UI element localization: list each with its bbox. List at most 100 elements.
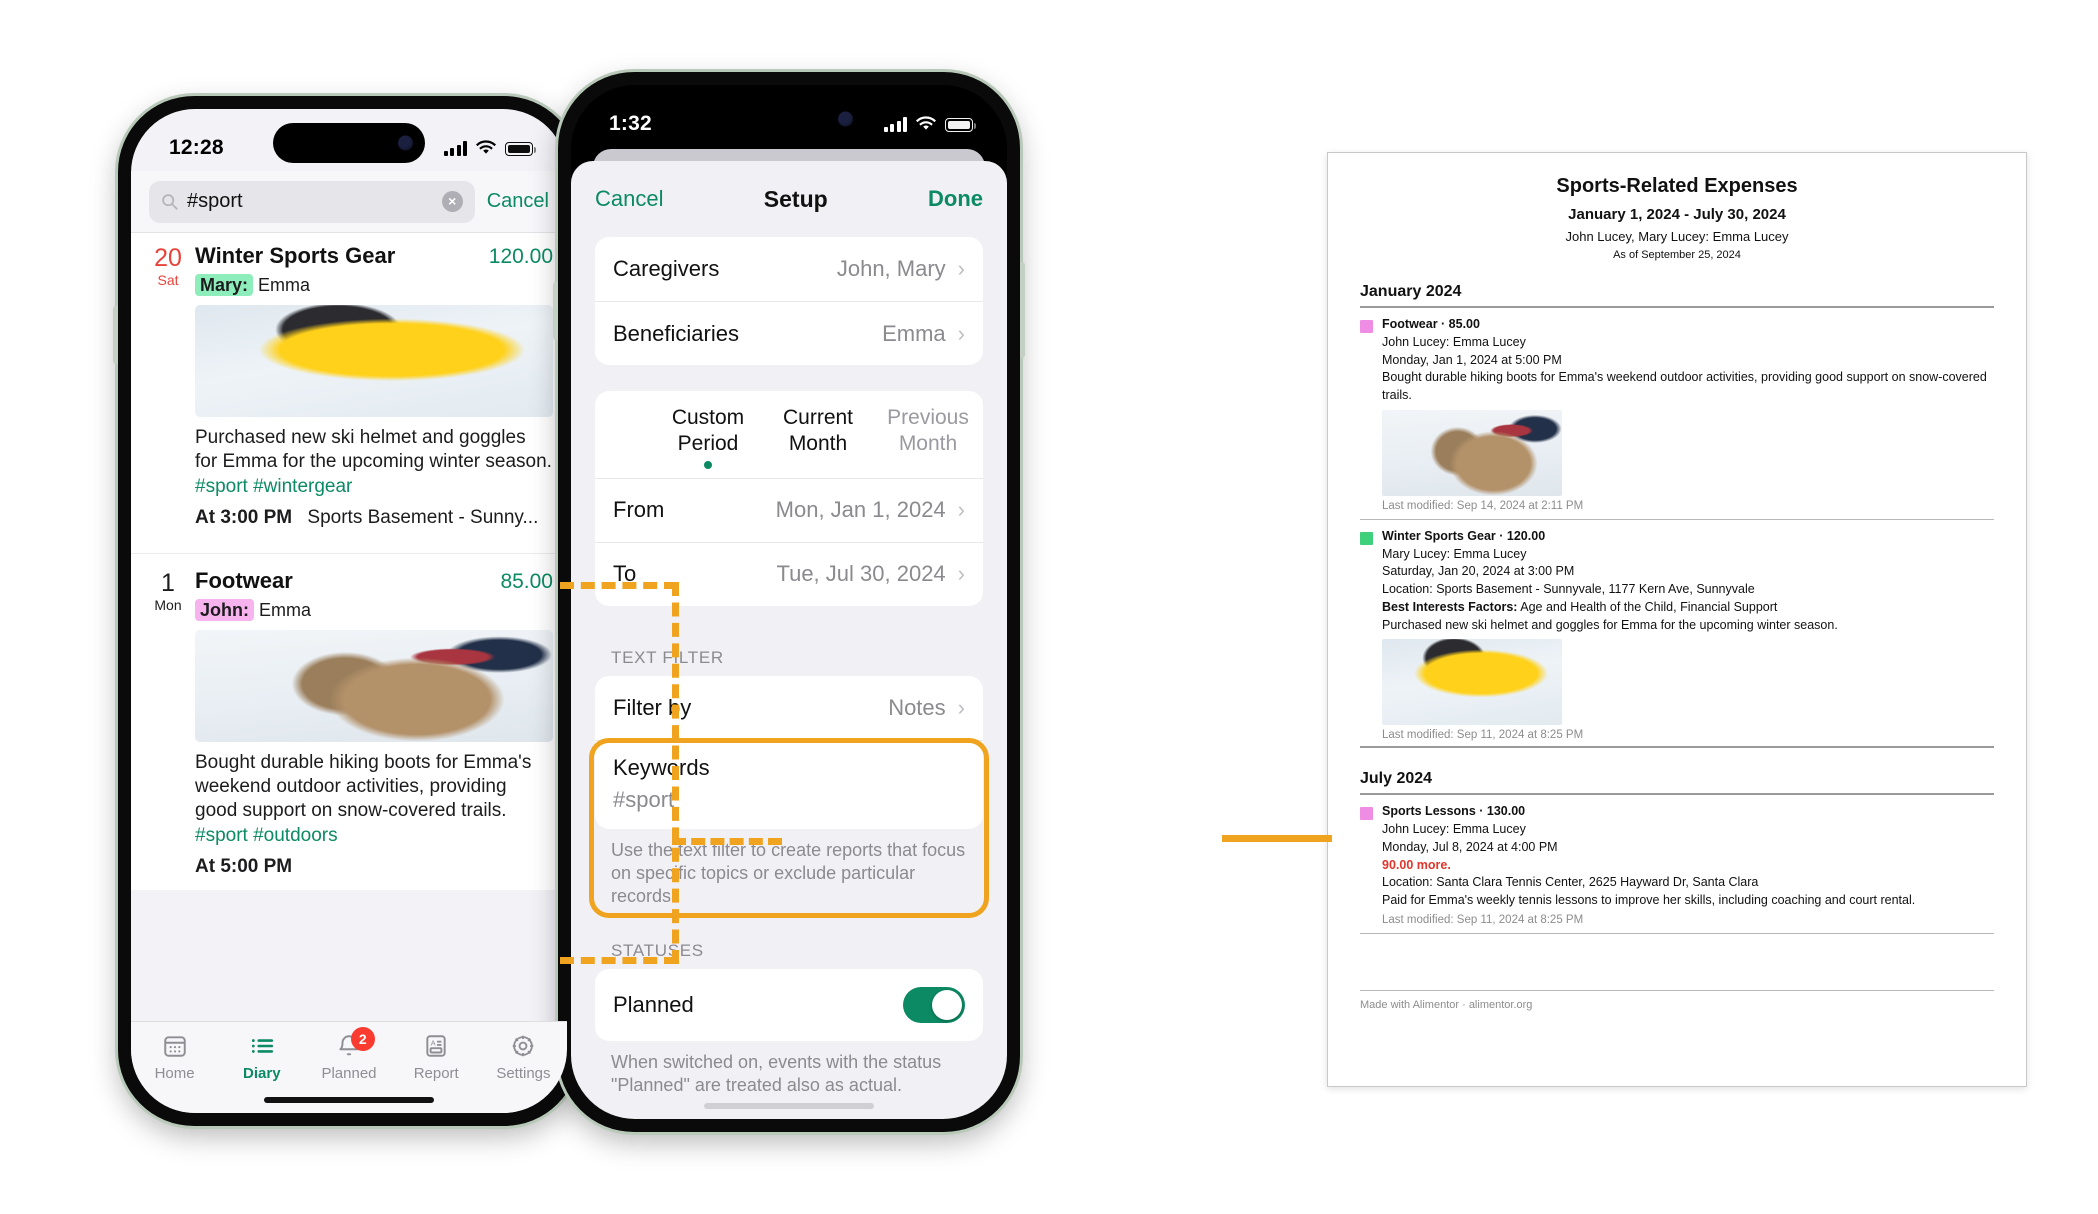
entry-date: 1 Mon (141, 568, 195, 890)
row-caregivers[interactable]: Caregivers John, Mary › (595, 237, 983, 301)
record-body: Footwear · 85.00 John Lucey: Emma Lucey … (1382, 316, 1994, 512)
segment-custom-period[interactable]: Custom Period (653, 405, 763, 470)
period-group: Custom Period Current Month Previous Mon… (595, 391, 983, 606)
entry-header: Footwear 85.00 (195, 568, 553, 594)
row-beneficiaries[interactable]: Beneficiaries Emma › (595, 301, 983, 365)
front-camera-icon (838, 111, 853, 127)
record-more-amount: 90.00 more. (1382, 857, 1451, 872)
entry-title: Winter Sports Gear (195, 243, 396, 268)
row-value-wrap: John, Mary › (837, 256, 965, 282)
document-icon: A (423, 1032, 449, 1060)
planned-toggle-switch[interactable] (903, 986, 965, 1023)
row-from-date[interactable]: From Mon, Jan 1, 2024 › (595, 477, 983, 542)
dynamic-island (713, 99, 865, 139)
record-location: Location: Santa Clara Tennis Center, 262… (1382, 875, 1759, 890)
tab-settings[interactable]: Settings (480, 1032, 567, 1082)
record-color-swatch (1360, 320, 1373, 333)
row-label: Caregivers (613, 256, 720, 281)
row-value-wrap: Notes › (888, 695, 965, 721)
search-cancel-button[interactable]: Cancel (487, 190, 549, 213)
report-title: Sports-Related Expenses (1556, 175, 1798, 197)
sheet-title: Setup (763, 185, 828, 212)
entry-day-number: 1 (161, 568, 175, 597)
clear-search-icon[interactable]: × (441, 191, 463, 212)
battery-icon (945, 118, 976, 132)
search-icon (162, 194, 178, 210)
tab-label: Home (154, 1065, 195, 1082)
tab-diary[interactable]: Diary (218, 1032, 305, 1082)
diary-list[interactable]: 20 Sat Winter Sports Gear 120.00 Mary: E… (131, 233, 567, 1021)
wifi-icon (476, 140, 496, 154)
record-factors-value: Age and Health of the Child, Financial S… (1517, 599, 1778, 614)
entry-people: John: Emma (195, 598, 553, 621)
comparison-stage: 12:28 #sport × Cancel 20 Sat Winter Spor… (0, 0, 2098, 1214)
record-people: John Lucey: Emma Lucey (1382, 822, 1526, 836)
record-note: Paid for Emma's weekly tennis lessons to… (1382, 893, 1916, 907)
entry-photo-skier[interactable] (195, 305, 553, 417)
diary-entry[interactable]: 1 Mon Footwear 85.00 John: Emma Bought d… (131, 552, 567, 890)
keywords-value: #sport (613, 786, 675, 812)
row-value: Mon, Jan 1, 2024 (775, 497, 946, 522)
phone1-screen: 12:28 #sport × Cancel 20 Sat Winter Spor… (131, 109, 567, 1113)
tab-planned[interactable]: 2 Planned (305, 1027, 392, 1082)
row-value: Notes (888, 694, 946, 720)
row-label: To (613, 561, 637, 586)
entry-location: Sports Basement - Sunny... (307, 506, 539, 528)
statuses-group: Planned (595, 968, 983, 1041)
statuses-header: STATUSES (611, 940, 704, 960)
segment-previous-month[interactable]: Previous Month (873, 405, 983, 470)
planned-badge-count: 2 (350, 1027, 375, 1051)
setup-sheet: Cancel Setup Done Caregivers John, Mary … (571, 161, 1007, 1119)
chevron-right-icon: › (957, 256, 965, 281)
statuses-footnote: When switched on, events with the status… (611, 1051, 942, 1096)
segment-label: Custom Period (671, 406, 745, 456)
row-filter-by[interactable]: Filter by Notes › (595, 676, 983, 740)
record-note: Bought durable hiking boots for Emma's w… (1382, 370, 1987, 402)
record-last-modified: Last modified: Sep 14, 2024 at 2:11 PM (1382, 499, 1584, 512)
record-color-swatch (1360, 531, 1373, 545)
record-datetime: Monday, Jul 8, 2024 at 4:00 PM (1382, 839, 1558, 854)
sheet-cancel-button[interactable]: Cancel (595, 186, 663, 212)
report-record: Sports Lessons · 130.00 John Lucey: Emma… (1360, 795, 1994, 926)
text-filter-footnote: Use the text filter to create reports th… (611, 839, 966, 907)
report-document[interactable]: Sports-Related Expenses January 1, 2024 … (1327, 152, 2027, 1087)
diary-entry[interactable]: 20 Sat Winter Sports Gear 120.00 Mary: E… (131, 233, 567, 541)
period-segmented-control[interactable]: Custom Period Current Month Previous Mon… (595, 391, 983, 478)
record-people: Mary Lucey: Emma Lucey (1382, 546, 1527, 561)
battery-icon (505, 142, 536, 156)
segment-current-month[interactable]: Current Month (763, 405, 873, 470)
entry-photo-boots[interactable] (195, 629, 553, 742)
connector-to-report (1222, 835, 1332, 842)
record-last-modified: Last modified: Sep 11, 2024 at 8:25 PM (1382, 913, 1584, 926)
search-input-value: #sport (187, 190, 243, 212)
wifi-icon (916, 116, 936, 130)
entry-body: Footwear 85.00 John: Emma Bought durable… (195, 568, 553, 890)
entry-date: 20 Sat (141, 243, 195, 541)
tab-home[interactable]: Home (131, 1032, 218, 1082)
diary-card: 20 Sat Winter Sports Gear 120.00 Mary: E… (131, 233, 567, 890)
row-to-date[interactable]: To Tue, Jul 30, 2024 › (595, 541, 983, 606)
report-date-range: January 1, 2024 - July 30, 2024 (1568, 206, 1786, 223)
tab-report[interactable]: A Report (393, 1032, 480, 1082)
record-factors-label: Best Interests Factors: (1382, 599, 1518, 614)
entry-title: Footwear (195, 567, 293, 593)
status-time: 12:28 (169, 136, 224, 159)
phone-setup-screen: 1:32 Cancel Setup Done Caregivers John, … (553, 72, 1025, 1132)
list-icon (249, 1032, 275, 1060)
entry-time: At 5:00 PM (195, 855, 293, 877)
entry-tags[interactable]: #sport #outdoors (195, 825, 553, 847)
gear-icon (510, 1032, 536, 1060)
text-filter-section: TEXT FILTER Filter by Notes › Keywords #… (571, 632, 1007, 927)
keywords-field[interactable]: Keywords #sport (595, 739, 983, 829)
cellular-bars-icon (443, 141, 467, 156)
search-input[interactable]: #sport × (149, 180, 475, 223)
phone2-screen: 1:32 Cancel Setup Done Caregivers John, … (571, 85, 1007, 1119)
row-planned-toggle[interactable]: Planned (595, 969, 983, 1041)
row-value-wrap: Tue, Jul 30, 2024 › (776, 561, 965, 587)
segment-label: Previous Month (887, 406, 969, 456)
text-filter-header: TEXT FILTER (611, 647, 724, 667)
home-indicator (704, 1103, 874, 1109)
record-people: John Lucey: Emma Lucey (1382, 334, 1526, 349)
sheet-done-button[interactable]: Done (928, 186, 983, 212)
entry-tags[interactable]: #sport #wintergear (195, 476, 553, 498)
